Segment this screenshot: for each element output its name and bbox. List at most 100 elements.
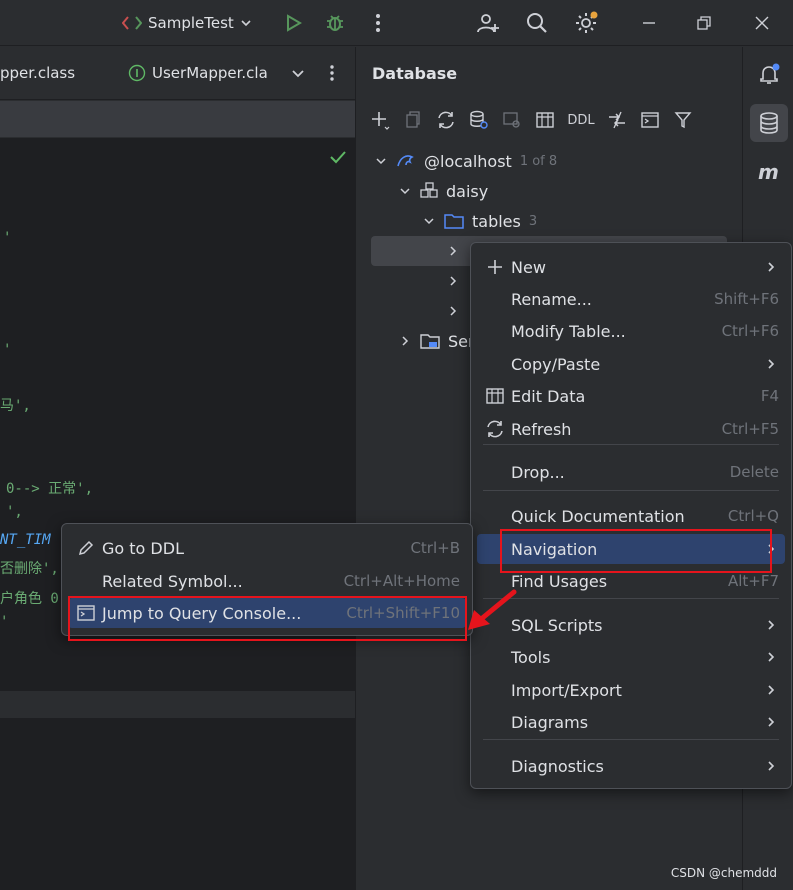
code-line: 否删除', (0, 561, 59, 577)
more-actions-button[interactable] (364, 9, 392, 37)
editor-tab[interactable]: pper.class (0, 47, 110, 99)
tables-count: 3 (528, 213, 538, 229)
svg-text:m: m (758, 162, 779, 182)
schema-label: daisy (446, 181, 489, 201)
submenu-item-shortcut: Ctrl+Alt+Home (343, 572, 460, 590)
ddl-label: DDL (567, 112, 595, 128)
editor-tab-usermapper[interactable]: UserMapper.cla (128, 47, 276, 99)
maven-icon: m (758, 162, 779, 182)
menu-item-tools[interactable]: Tools (477, 642, 785, 672)
plus-icon (372, 112, 390, 130)
run-configuration-selector[interactable]: SampleTest (122, 10, 252, 36)
compare-button[interactable] (605, 108, 629, 132)
tree-node-tables[interactable]: tables 3 (422, 206, 537, 236)
restore-icon (697, 16, 711, 30)
more-vertical-icon (330, 65, 334, 81)
minimize-button[interactable] (635, 9, 663, 37)
chevron-right-icon (768, 685, 775, 695)
chevron-right-icon (768, 761, 775, 771)
table-view-button[interactable] (533, 108, 557, 132)
ddl-button[interactable]: DDL (566, 108, 596, 132)
tab-label: UserMapper.cla (152, 64, 268, 82)
menu-item-diagnostics[interactable]: Diagnostics (477, 751, 785, 781)
maven-button[interactable]: m (750, 153, 788, 191)
menu-item-new[interactable]: New (477, 252, 785, 282)
menu-item-modify-table[interactable]: Modify Table... Ctrl+F6 (477, 316, 785, 346)
menu-item-import-export[interactable]: Import/Export (477, 675, 785, 705)
copy-button[interactable] (401, 108, 425, 132)
menu-item-label: Diagnostics (511, 756, 604, 776)
menu-item-shortcut: Shift+F6 (714, 290, 779, 308)
search-button[interactable] (523, 9, 551, 37)
menu-item-label: Modify Table... (511, 321, 626, 341)
tree-node-table-1[interactable] (446, 236, 460, 266)
chevron-down-icon (424, 218, 434, 225)
table-icon (536, 112, 554, 128)
menu-item-shortcut: Delete (729, 463, 779, 481)
tree-node-server-objects[interactable]: Ser (398, 326, 475, 356)
menu-item-label: Diagrams (511, 712, 589, 732)
menu-item-label: Refresh (511, 419, 572, 439)
menu-item-rename[interactable]: Rename... Shift+F6 (477, 284, 785, 314)
annotation-arrow (468, 589, 517, 630)
compare-arrows-icon (609, 111, 625, 129)
refresh-icon (485, 419, 505, 439)
search-icon (527, 13, 547, 33)
checkmark-icon (330, 151, 346, 164)
menu-item-refresh[interactable]: Refresh Ctrl+F5 (477, 414, 785, 444)
run-button[interactable] (279, 9, 307, 37)
table-icon (485, 386, 505, 406)
menu-item-label: Find Usages (511, 571, 608, 591)
chevron-down-icon (241, 20, 251, 27)
menu-item-shortcut: Ctrl+F6 (721, 322, 779, 340)
add-user-icon (477, 14, 499, 33)
menu-item-edit-data[interactable]: Edit Data F4 (477, 381, 785, 411)
restore-button[interactable] (690, 9, 718, 37)
jump-to-console-button[interactable] (500, 108, 524, 132)
submenu-item-related-symbol[interactable]: Related Symbol... Ctrl+Alt+Home (68, 566, 466, 596)
filter-button[interactable] (671, 108, 695, 132)
tree-node-table-2[interactable] (446, 266, 460, 296)
debug-button[interactable] (321, 9, 349, 37)
submenu-item-go-to-ddl[interactable]: Go to DDL Ctrl+B (68, 533, 466, 563)
database-toolwindow-button[interactable] (750, 104, 788, 142)
menu-item-label: Drop... (511, 462, 565, 482)
menu-item-shortcut: Ctrl+Q (727, 507, 779, 525)
gear-icon (576, 11, 598, 33)
menu-separator (483, 739, 779, 740)
bug-icon (327, 15, 343, 31)
add-user-button[interactable] (474, 9, 502, 37)
menu-item-label: Tools (511, 647, 551, 667)
notifications-button[interactable] (750, 55, 788, 93)
refresh-icon (438, 111, 454, 129)
console-disabled-icon (503, 112, 520, 128)
menu-item-diagrams[interactable]: Diagrams (477, 707, 785, 737)
code-line: 0--> 正常', (6, 481, 94, 497)
menu-item-sql-scripts[interactable]: SQL Scripts (477, 610, 785, 640)
tree-node-table-3[interactable] (446, 296, 460, 326)
editor-breadcrumb-bar (0, 101, 355, 137)
code-line: 马', (0, 398, 31, 414)
run-config-icon (122, 16, 142, 30)
tab-options-button[interactable] (318, 59, 346, 87)
interface-file-icon (128, 64, 146, 82)
close-button[interactable] (748, 9, 776, 37)
tree-node-localhost[interactable]: @localhost 1 of 8 (374, 146, 557, 176)
menu-separator (483, 598, 779, 599)
settings-button[interactable] (572, 9, 600, 37)
menu-item-label: Copy/Paste (511, 354, 601, 374)
tab-list-button[interactable] (284, 59, 312, 87)
tree-node-schema[interactable]: daisy (398, 176, 488, 206)
plus-icon (485, 257, 505, 277)
submenu-item-label: Related Symbol... (102, 571, 243, 591)
code-editor[interactable] (0, 138, 355, 890)
menu-item-drop[interactable]: Drop... Delete (477, 457, 785, 487)
menu-item-quick-documentation[interactable]: Quick Documentation Ctrl+Q (477, 501, 785, 531)
data-source-properties-button[interactable] (467, 108, 491, 132)
pencil-icon (76, 538, 96, 558)
query-console-button[interactable] (638, 108, 662, 132)
menu-item-copy-paste[interactable]: Copy/Paste (477, 349, 785, 379)
highlight-box-jump-to-console (68, 596, 467, 641)
add-button[interactable] (368, 108, 392, 132)
refresh-button[interactable] (434, 108, 458, 132)
